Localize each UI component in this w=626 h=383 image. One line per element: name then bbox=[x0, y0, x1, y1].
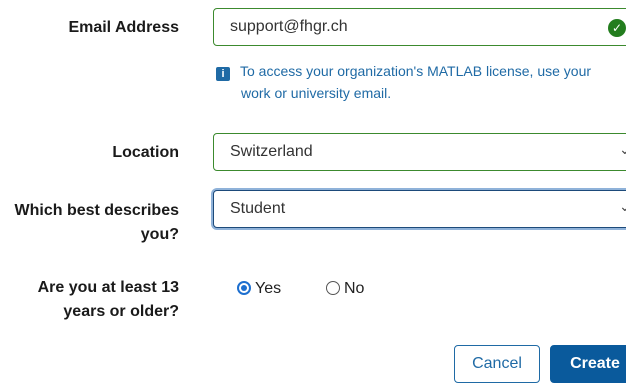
radio-unselected-icon[interactable] bbox=[326, 281, 340, 295]
age-radio-yes[interactable]: Yes bbox=[237, 279, 281, 299]
check-circle-icon: ✓ bbox=[608, 19, 626, 37]
age-option-yes: Yes bbox=[255, 280, 282, 297]
info-icon: i bbox=[216, 67, 230, 81]
email-value[interactable]: support@fhgr.ch bbox=[230, 18, 348, 36]
role-label-line2: you? bbox=[140, 226, 179, 243]
info-text-line1: To access your organization's MATLAB lic… bbox=[240, 63, 592, 79]
age-radio-no[interactable]: No bbox=[326, 279, 364, 299]
age-option-no: No bbox=[344, 280, 365, 297]
location-value: Switzerland bbox=[230, 143, 313, 160]
role-label-line1: Which best describes bbox=[14, 202, 180, 219]
role-value: Student bbox=[230, 200, 286, 217]
age-label-line1: Are you at least 13 bbox=[37, 279, 179, 296]
age-label: Are you at least 13 years or older? bbox=[0, 276, 179, 324]
role-select[interactable]: Student ⌄ bbox=[213, 190, 626, 228]
chevron-down-icon: ⌄ bbox=[619, 198, 626, 214]
chevron-down-icon: ⌄ bbox=[619, 141, 626, 157]
email-info-message: i To access your organization's MATLAB li… bbox=[216, 60, 621, 104]
location-select[interactable]: Switzerland ⌄ bbox=[213, 133, 626, 171]
radio-selected-icon[interactable] bbox=[237, 281, 251, 295]
location-label: Location bbox=[112, 144, 179, 161]
email-field[interactable]: support@fhgr.ch ✓ bbox=[213, 8, 626, 46]
email-label: Email Address bbox=[68, 19, 179, 36]
create-button[interactable]: Create bbox=[550, 345, 626, 383]
info-text-line2: work or university email. bbox=[241, 85, 392, 101]
age-label-line2: years or older? bbox=[63, 303, 179, 320]
cancel-button[interactable]: Cancel bbox=[454, 345, 540, 383]
role-label: Which best describes you? bbox=[0, 199, 180, 247]
